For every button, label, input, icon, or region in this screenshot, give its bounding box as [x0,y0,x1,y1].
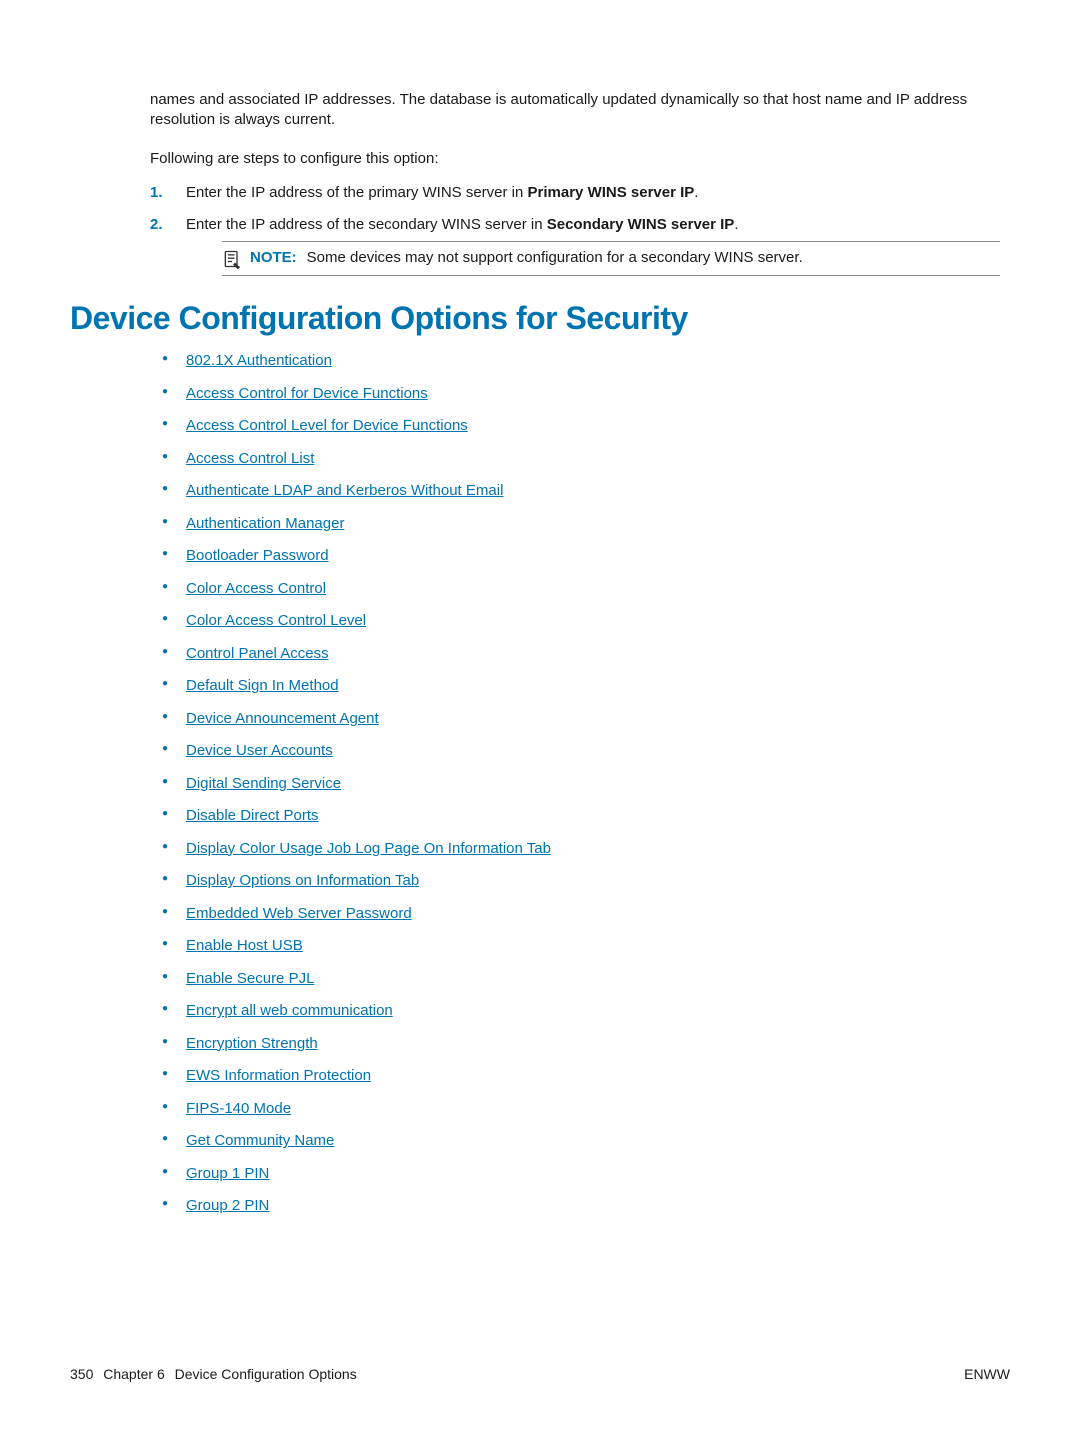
security-link[interactable]: 802.1X Authentication [186,352,332,369]
step-1-suffix: . [694,184,698,201]
security-link-item: Display Options on Information Tab [186,871,1000,891]
security-link[interactable]: Access Control List [186,450,314,467]
intro-paragraph-1: names and associated IP addresses. The d… [150,90,1000,131]
security-link-item: FIPS-140 Mode [186,1099,1000,1119]
security-link-item: Digital Sending Service [186,774,1000,794]
security-link[interactable]: Default Sign In Method [186,677,339,694]
security-link[interactable]: EWS Information Protection [186,1067,371,1084]
steps-list: Enter the IP address of the primary WINS… [150,183,1000,277]
security-link[interactable]: Display Color Usage Job Log Page On Info… [186,840,551,857]
security-link[interactable]: Group 2 PIN [186,1197,269,1214]
security-link[interactable]: Device User Accounts [186,742,333,759]
security-link[interactable]: Color Access Control [186,580,326,597]
security-link[interactable]: Encryption Strength [186,1035,318,1052]
note-icon [222,249,242,269]
security-link[interactable]: Enable Host USB [186,937,303,954]
security-link-item: Control Panel Access [186,644,1000,664]
security-link-item: Access Control Level for Device Function… [186,416,1000,436]
note-block: NOTE: Some devices may not support config… [222,241,1000,276]
security-link-item: Enable Secure PJL [186,969,1000,989]
step-2: Enter the IP address of the secondary WI… [186,215,1000,276]
security-link[interactable]: Get Community Name [186,1132,334,1149]
step-2-suffix: . [734,216,738,233]
step-1-bold: Primary WINS server IP [528,184,695,201]
page-footer: 350 Chapter 6 Device Configuration Optio… [70,1366,1010,1382]
security-link[interactable]: Device Announcement Agent [186,710,379,727]
note-text: Some devices may not support configurati… [307,249,803,266]
security-link[interactable]: FIPS-140 Mode [186,1100,291,1117]
footer-right: ENWW [964,1366,1010,1382]
step-2-prefix: Enter the IP address of the secondary WI… [186,216,547,233]
security-link-item: Group 1 PIN [186,1164,1000,1184]
security-link-item: Color Access Control Level [186,611,1000,631]
step-2-bold: Secondary WINS server IP [547,216,735,233]
security-link[interactable]: Disable Direct Ports [186,807,319,824]
security-link-item: EWS Information Protection [186,1066,1000,1086]
security-link-item: Device User Accounts [186,741,1000,761]
security-link[interactable]: Digital Sending Service [186,775,341,792]
security-link-item: Encryption Strength [186,1034,1000,1054]
security-link-item: Authentication Manager [186,514,1000,534]
footer-left: 350 Chapter 6 Device Configuration Optio… [70,1366,357,1382]
security-link-item: Group 2 PIN [186,1196,1000,1216]
note-text-wrapper: NOTE: Some devices may not support config… [250,248,1000,268]
security-link-item: Color Access Control [186,579,1000,599]
footer-page-number: 350 [70,1366,93,1382]
content-body: names and associated IP addresses. The d… [150,90,1000,1216]
footer-chapter: Chapter 6 [103,1366,164,1382]
intro-paragraph-2: Following are steps to configure this op… [150,149,1000,169]
security-link[interactable]: Access Control for Device Functions [186,385,428,402]
security-link-item: Access Control List [186,449,1000,469]
footer-chapter-title: Device Configuration Options [175,1366,357,1382]
security-link-item: Bootloader Password [186,546,1000,566]
note-label: NOTE: [250,249,297,266]
security-link[interactable]: Access Control Level for Device Function… [186,417,468,434]
section-title: Device Configuration Options for Securit… [70,300,1000,337]
security-link[interactable]: Display Options on Information Tab [186,872,419,889]
security-link-item: Device Announcement Agent [186,709,1000,729]
page: names and associated IP addresses. The d… [0,0,1080,1437]
security-links-list: 802.1X Authentication Access Control for … [150,351,1000,1216]
security-link-item: Access Control for Device Functions [186,384,1000,404]
security-link-item: Get Community Name [186,1131,1000,1151]
security-link[interactable]: Control Panel Access [186,645,329,662]
security-link[interactable]: Bootloader Password [186,547,329,564]
security-link[interactable]: Embedded Web Server Password [186,905,412,922]
security-link-item: Enable Host USB [186,936,1000,956]
security-link-item: 802.1X Authentication [186,351,1000,371]
security-link[interactable]: Encrypt all web communication [186,1002,393,1019]
security-link-item: Disable Direct Ports [186,806,1000,826]
security-link-item: Display Color Usage Job Log Page On Info… [186,839,1000,859]
step-1-prefix: Enter the IP address of the primary WINS… [186,184,528,201]
security-link[interactable]: Group 1 PIN [186,1165,269,1182]
security-link[interactable]: Enable Secure PJL [186,970,314,987]
security-link-item: Encrypt all web communication [186,1001,1000,1021]
security-link[interactable]: Color Access Control Level [186,612,366,629]
step-1: Enter the IP address of the primary WINS… [186,183,1000,203]
security-link-item: Default Sign In Method [186,676,1000,696]
security-link[interactable]: Authenticate LDAP and Kerberos Without E… [186,482,503,499]
security-link[interactable]: Authentication Manager [186,515,344,532]
security-link-item: Embedded Web Server Password [186,904,1000,924]
security-link-item: Authenticate LDAP and Kerberos Without E… [186,481,1000,501]
